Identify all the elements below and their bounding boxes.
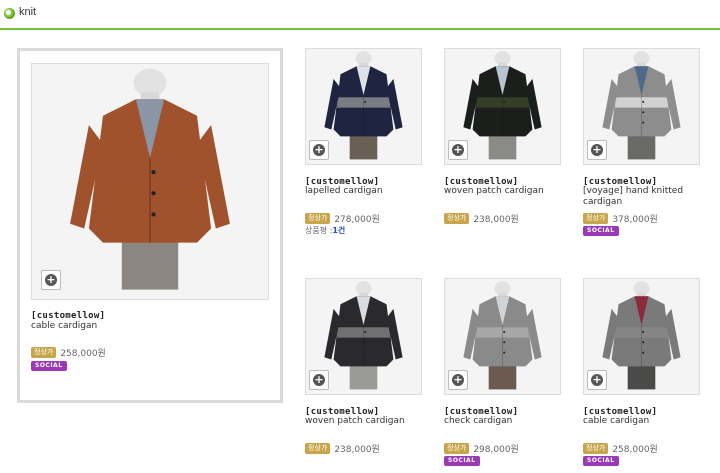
product-price: 258,000원 [60, 349, 106, 359]
plus-icon: + [313, 143, 325, 156]
price-tag-badge: 정상가 [583, 213, 609, 224]
plus-icon: + [452, 373, 464, 386]
price-row: 정상가 238,000원 [444, 212, 519, 225]
plus-icon: + [591, 143, 603, 156]
review-number[interactable]: 1건 [332, 226, 345, 235]
price-row: 정상가 298,000원 [444, 442, 519, 455]
zoom-button[interactable]: + [448, 370, 468, 390]
price-tag-badge: 정상가 [31, 347, 57, 358]
plus-icon: + [313, 373, 325, 386]
section-title: knit [19, 6, 37, 18]
zoom-button[interactable]: + [309, 370, 329, 390]
product-name[interactable]: check cardigan [444, 416, 569, 427]
price-tag-badge: 정상가 [444, 443, 470, 454]
product-name[interactable]: cable cardigan [583, 416, 708, 427]
product-name[interactable]: cable cardigan [31, 321, 261, 332]
product-price: 278,000원 [334, 215, 380, 225]
review-count[interactable]: 상품평 :1건 [305, 225, 345, 236]
price-row: 정상가 238,000원 [305, 442, 380, 455]
social-badge[interactable]: SOCIAL [444, 456, 480, 466]
green-bullet-icon [4, 8, 15, 19]
product-name[interactable]: lapelled cardigan [305, 186, 430, 197]
social-badge[interactable]: SOCIAL [31, 361, 67, 371]
price-tag-badge: 정상가 [305, 213, 331, 224]
social-badge[interactable]: SOCIAL [583, 226, 619, 236]
product-price: 298,000원 [473, 445, 519, 455]
product-price: 258,000원 [612, 445, 658, 455]
price-tag-badge: 정상가 [444, 213, 470, 224]
zoom-button[interactable]: + [309, 140, 329, 160]
zoom-button[interactable]: + [587, 370, 607, 390]
product-name[interactable]: woven patch cardigan [444, 186, 569, 197]
product-image[interactable] [31, 63, 269, 300]
review-label: 상품평 : [305, 226, 333, 235]
zoom-button[interactable]: + [41, 270, 61, 290]
price-row: 정상가 258,000원 [583, 442, 658, 455]
zoom-button[interactable]: + [448, 140, 468, 160]
product-name[interactable]: [voyage] hand knitted cardigan [583, 186, 708, 208]
section-header: knit [0, 0, 720, 28]
product-name[interactable]: woven patch cardigan [305, 416, 430, 427]
plus-icon: + [45, 273, 57, 286]
price-row: 정상가 378,000원 [583, 212, 658, 225]
price-row: 정상가 258,000원 [31, 346, 106, 359]
header-divider [0, 28, 720, 30]
price-row: 정상가 278,000원 [305, 212, 380, 225]
product-price: 238,000원 [334, 445, 380, 455]
price-tag-badge: 정상가 [305, 443, 331, 454]
price-tag-badge: 정상가 [583, 443, 609, 454]
product-price: 378,000원 [612, 215, 658, 225]
product-brand[interactable]: [customellow] [31, 311, 105, 321]
social-badge[interactable]: SOCIAL [583, 456, 619, 466]
product-price: 238,000원 [473, 215, 519, 225]
zoom-button[interactable]: + [587, 140, 607, 160]
plus-icon: + [452, 143, 464, 156]
plus-icon: + [591, 373, 603, 386]
